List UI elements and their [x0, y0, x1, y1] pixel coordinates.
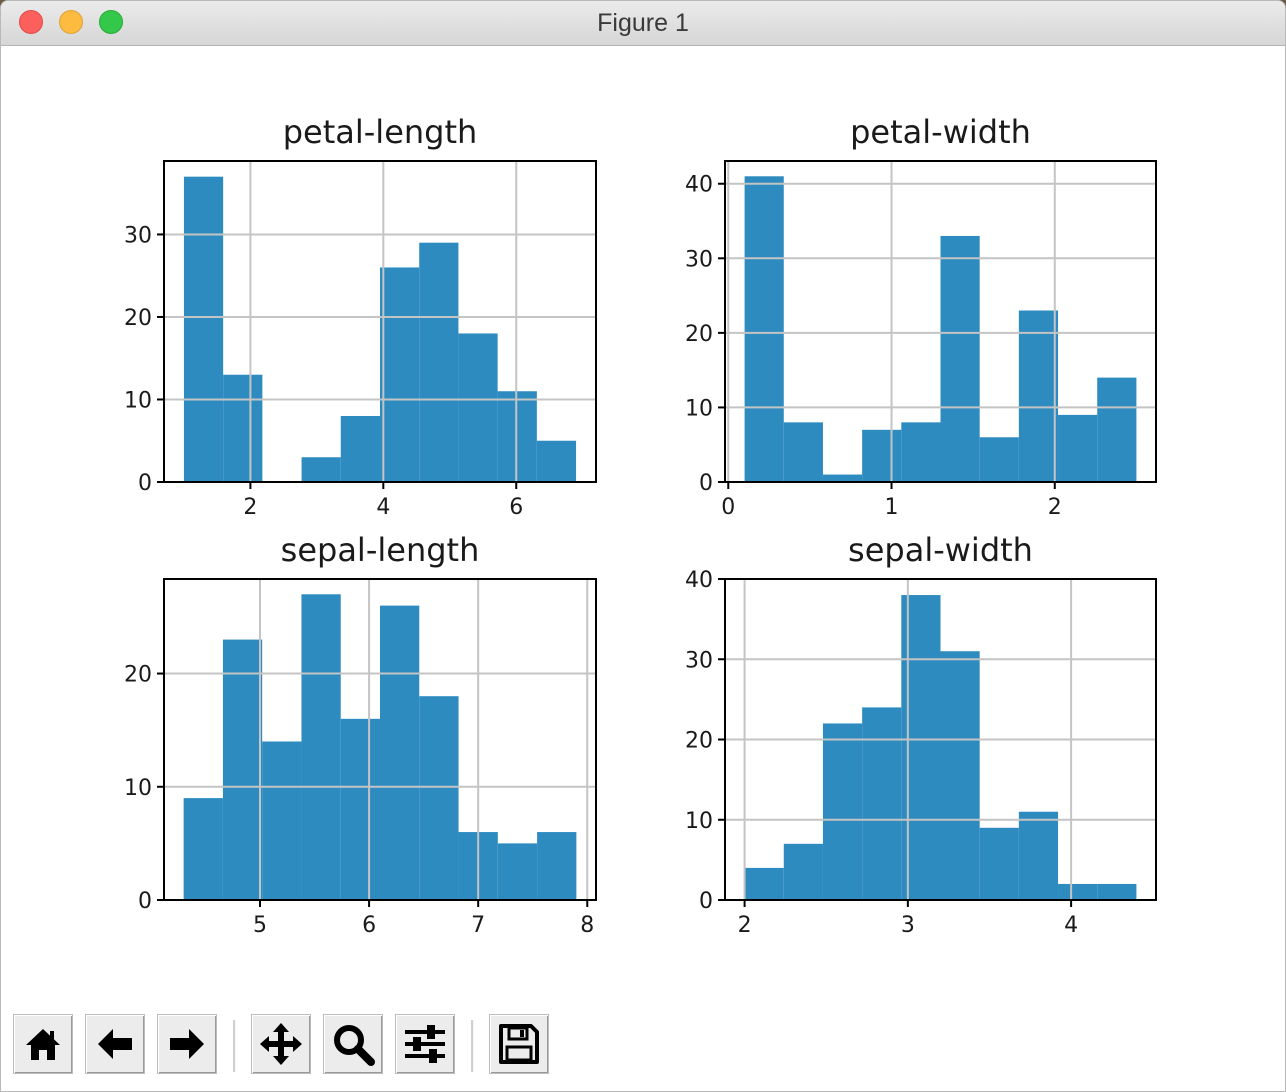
y-tick-label: 40 — [685, 568, 713, 593]
histogram-bar — [301, 594, 341, 900]
y-tick-label: 0 — [699, 471, 713, 496]
figure-window: Figure 1 2 4 6 0 10 20 30 petal-length 0 1 2 0 10 20 3… — [0, 0, 1286, 1092]
histogram-bar — [901, 422, 941, 482]
histogram-bar — [340, 718, 380, 900]
home-icon — [26, 1029, 60, 1060]
histogram-bar — [1058, 414, 1098, 482]
x-tick-label: 2 — [1048, 495, 1062, 520]
histogram-bar — [458, 333, 498, 482]
x-tick-label: 6 — [362, 913, 376, 938]
histogram-bar — [301, 457, 341, 482]
histogram-bar — [1058, 883, 1098, 900]
arrow-left-icon — [98, 1029, 132, 1059]
histogram-bar — [862, 707, 902, 900]
histogram-bar — [419, 696, 459, 900]
histogram-bar — [419, 242, 459, 482]
x-tick-label: 0 — [721, 495, 735, 520]
toolbar-separator — [233, 1020, 236, 1072]
histogram-bar — [340, 415, 380, 482]
histogram-bar — [223, 374, 263, 482]
x-tick-label: 3 — [901, 913, 915, 938]
subplot-petal-length: 2 4 6 0 10 20 30 petal-length — [124, 113, 597, 520]
y-tick-label: 10 — [685, 809, 713, 834]
magnifier-icon — [334, 1025, 375, 1066]
subplot-title: petal-length — [283, 113, 478, 151]
pan-button[interactable] — [251, 1014, 311, 1074]
histogram-bar — [222, 639, 263, 900]
histogram-bar — [537, 832, 577, 900]
y-tick-label: 40 — [685, 173, 713, 198]
histogram-bar — [979, 827, 1019, 900]
x-tick-label: 1 — [885, 495, 899, 520]
histogram-bar — [497, 843, 538, 900]
histogram-bar — [862, 429, 902, 482]
y-tick-label: 30 — [685, 648, 713, 673]
subplot-title: sepal-width — [848, 531, 1033, 569]
histogram-bar — [783, 422, 823, 482]
y-tick-label: 30 — [685, 247, 713, 272]
toolbar-separator — [471, 1020, 474, 1072]
arrow-right-icon — [170, 1029, 204, 1059]
y-tick-label: 20 — [124, 306, 152, 331]
y-tick-label: 20 — [124, 663, 152, 688]
subplot-sepal-width: 2 3 4010203040sepal-width — [685, 531, 1157, 938]
histogram-bar — [1097, 883, 1137, 900]
histogram-bar — [979, 437, 1019, 482]
sliders-icon — [405, 1025, 445, 1063]
x-tick-label: 8 — [580, 913, 594, 938]
navigation-toolbar — [1, 1006, 1285, 1091]
histogram-bar — [1018, 811, 1059, 900]
histogram-bar — [940, 235, 980, 482]
histogram-bar — [183, 176, 224, 483]
move-icon — [260, 1023, 302, 1065]
y-tick-label: 0 — [138, 889, 152, 914]
x-tick-label: 2 — [738, 913, 752, 938]
histogram-bar — [380, 267, 420, 482]
x-tick-label: 5 — [253, 913, 267, 938]
floppy-disk-icon — [499, 1024, 539, 1064]
y-tick-label: 10 — [124, 388, 152, 413]
histogram-bar — [380, 605, 420, 900]
forward-button[interactable] — [157, 1014, 217, 1074]
histogram-bar — [536, 440, 577, 482]
histogram-bar — [1018, 310, 1059, 482]
x-tick-label: 7 — [471, 913, 485, 938]
histogram-bar — [1097, 377, 1137, 482]
histogram-bar — [744, 867, 784, 900]
histogram-bar — [783, 843, 823, 900]
histogram-bar — [940, 651, 980, 900]
x-tick-label: 4 — [376, 495, 390, 520]
subplot-sepal-length: 5 6 7 8 0 10 20 sepal-length — [124, 531, 597, 938]
histogram-bar — [822, 723, 863, 900]
y-tick-label: 0 — [138, 471, 152, 496]
histogram-bar — [262, 741, 302, 900]
x-tick-label: 6 — [509, 495, 523, 520]
y-tick-label: 30 — [124, 223, 152, 248]
histogram-bar — [183, 798, 223, 900]
zoom-button[interactable] — [323, 1014, 383, 1074]
back-button[interactable] — [85, 1014, 145, 1074]
home-button[interactable] — [13, 1014, 73, 1074]
window-title: Figure 1 — [597, 9, 689, 37]
y-tick-label: 20 — [685, 322, 713, 347]
y-tick-label: 10 — [685, 396, 713, 421]
y-tick-label: 10 — [124, 776, 152, 801]
subplot-title: sepal-length — [281, 531, 480, 569]
save-button[interactable] — [489, 1014, 549, 1074]
y-tick-label: 0 — [699, 889, 713, 914]
title-bar[interactable]: Figure 1 — [1, 1, 1285, 46]
subplot-petal-width: 0 1 2010203040petal-width — [685, 113, 1157, 520]
x-tick-label: 4 — [1064, 913, 1078, 938]
histogram-bar — [744, 176, 784, 483]
configure-subplots-button[interactable] — [395, 1014, 455, 1074]
subplot-title: petal-width — [850, 113, 1031, 151]
x-tick-label: 2 — [243, 495, 257, 520]
y-tick-label: 20 — [685, 729, 713, 754]
histogram-bar — [822, 474, 863, 482]
figure-canvas[interactable]: 2 4 60102030petal-length0 1 2010203040petal-… — [1, 46, 1285, 1001]
